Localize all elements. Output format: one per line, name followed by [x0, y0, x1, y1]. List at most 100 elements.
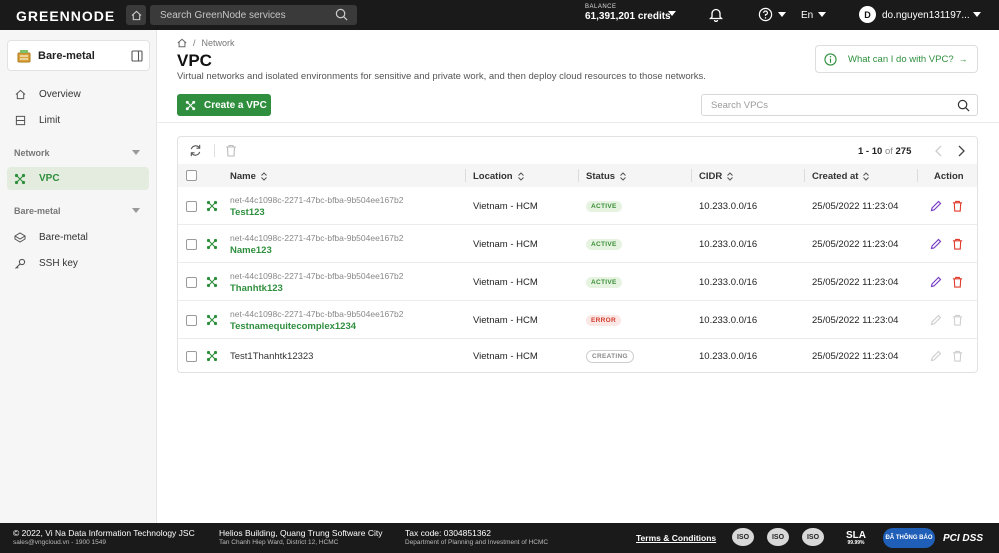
vpc-cidr: 10.233.0.0/16 [699, 351, 758, 362]
edit-icon[interactable] [930, 238, 942, 250]
vpc-cidr: 10.233.0.0/16 [699, 315, 758, 326]
global-search-input[interactable] [150, 5, 357, 25]
sidebar-collapse-icon[interactable] [131, 50, 143, 62]
balance-display[interactable]: BALANCE 61,391,201 credits [585, 4, 671, 22]
column-created-at[interactable]: Created at [812, 171, 870, 182]
info-icon [824, 52, 837, 66]
sort-icon[interactable] [517, 172, 524, 181]
table-row[interactable]: net-44c1098c-2271-47bc-bfba-9b504ee167b2… [178, 263, 977, 301]
avatar[interactable]: D [859, 6, 876, 23]
status-badge: CREATING [586, 350, 634, 363]
row-checkbox[interactable] [186, 351, 197, 362]
user-name[interactable]: do.nguyen131197... [882, 10, 970, 21]
sort-icon[interactable] [261, 172, 267, 181]
vpc-created-at: 25/05/2022 11:23:04 [812, 315, 899, 326]
sidebar-item-limit[interactable]: Limit [7, 109, 149, 132]
vpc-icon [206, 238, 218, 250]
sidebar-item-ssh-key[interactable]: SSH key [7, 252, 149, 275]
sidebar-item-vpc[interactable]: VPC [7, 167, 149, 190]
column-name[interactable]: Name [230, 171, 267, 182]
vpc-created-at: 25/05/2022 11:23:04 [812, 239, 899, 250]
limit-icon [13, 115, 27, 126]
vpc-created-at: 25/05/2022 11:23:04 [812, 201, 899, 212]
vpc-name-link[interactable]: Testnamequitecomplex1234 [230, 321, 356, 332]
column-location[interactable]: Location [473, 171, 524, 182]
sort-icon[interactable] [620, 172, 626, 181]
home-button[interactable] [126, 5, 146, 25]
vpc-icon [13, 173, 27, 185]
chevron-right-icon[interactable] [956, 145, 966, 157]
vpc-name-link[interactable]: Test123 [230, 207, 265, 218]
chevron-left-icon[interactable] [934, 145, 944, 157]
chevron-down-icon[interactable] [778, 12, 786, 18]
vpc-location: Vietnam - HCM [473, 239, 538, 250]
column-separator [578, 169, 579, 182]
sidebar-item-baremetal[interactable]: Bare-metal [7, 226, 149, 249]
row-checkbox[interactable] [186, 315, 197, 326]
trash-icon[interactable] [952, 276, 963, 288]
footer: © 2022, Vi Na Data Information Technolog… [0, 523, 999, 553]
chevron-down-icon[interactable] [132, 208, 140, 214]
greennode-logo[interactable]: GREENNODE [16, 8, 115, 24]
row-checkbox[interactable] [186, 277, 197, 288]
vpc-icon [206, 314, 218, 326]
breadcrumb: / Network [177, 38, 235, 48]
product-switcher[interactable]: Bare-metal [7, 40, 150, 71]
trash-icon[interactable] [952, 200, 963, 212]
sort-icon[interactable] [863, 172, 870, 181]
home-icon[interactable] [177, 38, 187, 48]
chevron-down-icon[interactable] [668, 11, 676, 17]
trash-icon[interactable] [952, 350, 963, 362]
create-vpc-button[interactable]: Create a VPC [177, 94, 271, 116]
select-all-checkbox[interactable] [186, 170, 197, 181]
table-row[interactable]: net-44c1098c-2271-47bc-bfba-9b504ee167b2… [178, 301, 977, 339]
table-row[interactable]: net-44c1098c-2271-47bc-bfba-9b504ee167b2… [178, 187, 977, 225]
sort-icon[interactable] [727, 172, 734, 181]
edit-icon[interactable] [930, 314, 942, 326]
column-status[interactable]: Status [586, 171, 626, 182]
vpc-search-input[interactable] [702, 95, 952, 115]
trash-icon[interactable] [225, 144, 237, 157]
help-icon[interactable] [758, 7, 773, 22]
help-link-box[interactable]: What can I do with VPC? → [815, 45, 978, 73]
iso-badge-icon: ISO [732, 528, 754, 546]
terms-link[interactable]: Terms & Conditions [636, 533, 716, 543]
trash-icon[interactable] [952, 314, 963, 326]
footer-tax-dept: Department of Planning and Investment of… [405, 539, 549, 546]
footer-tax-code: Tax code: 0304851362 [405, 528, 492, 538]
column-separator [804, 169, 805, 182]
product-name: Bare-metal [38, 50, 95, 62]
row-checkbox[interactable] [186, 239, 197, 250]
chevron-down-icon[interactable] [973, 12, 981, 18]
bell-icon[interactable] [709, 7, 723, 22]
vpc-name-link[interactable]: Name123 [230, 245, 272, 256]
vpc-name-link[interactable]: Thanhtk123 [230, 283, 283, 294]
edit-icon[interactable] [930, 350, 942, 362]
column-separator [691, 169, 692, 182]
table-row[interactable]: net-44c1098c-2271-47bc-bfba-9b504ee167b2… [178, 225, 977, 263]
sidebar-item-overview[interactable]: Overview [7, 83, 149, 106]
vpc-icon [206, 200, 218, 212]
status-badge: ACTIVE [586, 201, 622, 212]
vpc-id: net-44c1098c-2271-47bc-bfba-9b504ee167b2 [230, 233, 404, 243]
chevron-down-icon[interactable] [132, 150, 140, 156]
table-row[interactable]: Test1Thanhtk12323 Vietnam - HCM CREATING… [178, 339, 977, 372]
language-selector[interactable]: En [801, 10, 813, 21]
search-icon[interactable] [957, 99, 970, 112]
trash-icon[interactable] [952, 238, 963, 250]
column-cidr[interactable]: CIDR [699, 171, 734, 182]
chevron-down-icon[interactable] [818, 12, 826, 18]
column-separator [465, 169, 466, 182]
refresh-icon[interactable] [189, 144, 202, 157]
sidebar-section-baremetal[interactable]: Bare-metal [14, 206, 61, 216]
toolbar-separator [214, 144, 215, 157]
registered-badge-icon: ĐÃ THÔNG BÁO [883, 528, 935, 548]
row-checkbox[interactable] [186, 201, 197, 212]
sidebar-section-network[interactable]: Network [14, 148, 50, 158]
breadcrumb-network[interactable]: Network [202, 38, 235, 48]
sla-badge-icon: SLA 99.99% [846, 529, 866, 546]
edit-icon[interactable] [930, 276, 942, 288]
footer-contact: sales@vngcloud.vn - 1900 1549 [13, 539, 106, 546]
edit-icon[interactable] [930, 200, 942, 212]
search-icon[interactable] [335, 8, 348, 21]
